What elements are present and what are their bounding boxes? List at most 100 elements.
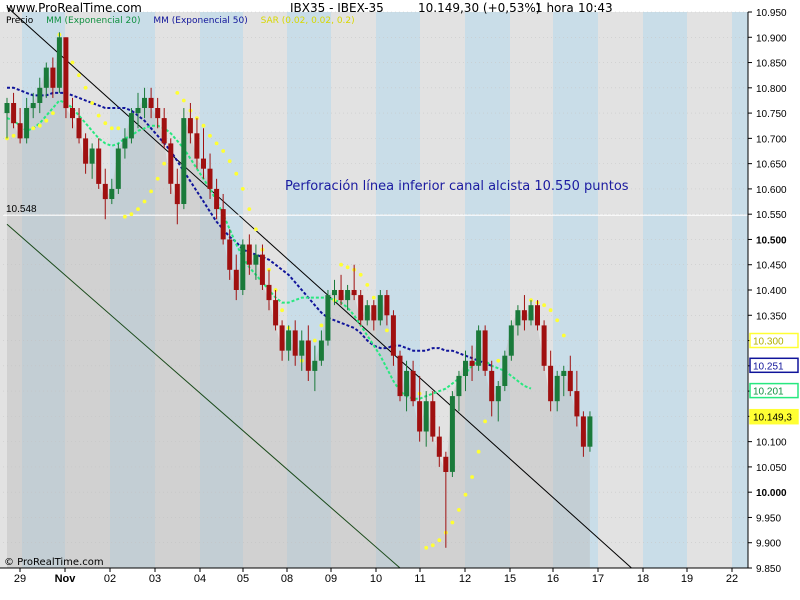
sar-dot: [83, 85, 88, 90]
candle-body: [515, 310, 521, 326]
sar-dot: [339, 262, 343, 267]
legend-price: Precio: [6, 16, 34, 26]
x-tick-label: 04: [194, 573, 206, 585]
sar-dot: [175, 91, 180, 95]
candle-body: [30, 103, 36, 109]
price-tag-label: 10.149,3: [753, 413, 792, 424]
candle-body: [50, 67, 56, 88]
sar-dot: [345, 265, 350, 270]
x-tick-label: 02: [104, 573, 116, 585]
candle-body: [397, 355, 403, 397]
candle-body: [83, 138, 89, 164]
sar-dot: [142, 199, 147, 204]
quote-value: 10.149,30 (+0,53%): [418, 1, 541, 15]
y-tick-label: 10.350: [756, 311, 787, 322]
price-tag-label: 10.201: [753, 387, 784, 398]
x-tick-label: 05: [237, 573, 249, 585]
price-chart: 10.548 10.95010.90010.85010.80010.75010.…: [0, 6, 799, 585]
candle-body: [587, 416, 593, 447]
legend-sar: SAR (0.02, 0.02, 0.2): [260, 16, 355, 26]
candle-body: [351, 290, 357, 296]
candle-body: [436, 436, 442, 457]
x-tick-label: 22: [726, 573, 738, 585]
candle-body: [76, 118, 82, 139]
legend-ema50: MM (Exponencial 50): [153, 16, 248, 26]
candle-body: [299, 340, 305, 356]
x-tick-label: 09: [325, 573, 337, 585]
sar-dot: [247, 207, 252, 212]
candle-body: [508, 325, 514, 356]
sar-dot: [129, 212, 134, 217]
y-tick-label: 10.550: [756, 210, 787, 221]
sar-dot: [208, 133, 212, 138]
candle-body: [384, 295, 390, 316]
candle-body: [443, 456, 449, 472]
candle-body: [194, 133, 200, 159]
x-tick-label: 08: [281, 573, 293, 585]
candle-body: [155, 108, 161, 119]
sar-dot: [319, 323, 324, 328]
instrument-name: IBX35 - IBEX-35: [290, 1, 384, 15]
sar-dot: [470, 475, 474, 479]
sar-dot: [463, 492, 468, 497]
x-tick-label: 16: [547, 573, 559, 585]
candle-body: [11, 103, 17, 124]
candle-body: [207, 168, 213, 189]
y-tick-label: 9.850: [756, 564, 781, 575]
candle-body: [273, 300, 279, 326]
candle-body: [377, 295, 383, 321]
sar-dot: [430, 543, 435, 548]
y-tick-label: 9.950: [756, 513, 781, 524]
sar-dot: [234, 171, 239, 176]
y-tick-label: 10.400: [756, 286, 787, 297]
candle-body: [135, 108, 141, 114]
candle-body: [567, 370, 573, 392]
sar-dot: [365, 283, 370, 287]
sar-dot: [561, 333, 566, 338]
x-tick-label: 10: [370, 573, 382, 585]
candle-body: [292, 330, 298, 356]
band-column: [687, 12, 732, 568]
candle-body: [423, 401, 429, 432]
sar-dot: [90, 101, 94, 105]
clock-time: 10:43: [578, 1, 613, 15]
sar-dot: [548, 308, 553, 313]
sar-dot: [31, 126, 36, 131]
price-tag-label: 10.251: [753, 361, 784, 372]
candle-body: [417, 401, 423, 432]
sar-dot: [371, 295, 376, 300]
y-tick-label: 10.100: [756, 438, 787, 449]
candle-body: [449, 396, 455, 472]
candle-body: [286, 330, 292, 351]
y-tick-label: 10.650: [756, 160, 787, 171]
sar-dot: [96, 113, 101, 118]
sar-dot: [280, 308, 284, 313]
band-column: [643, 12, 687, 568]
candle-body: [201, 158, 206, 169]
y-tick-label: 9.900: [756, 539, 781, 550]
candle-body: [4, 103, 10, 114]
annotation-text: Perforación línea inferior canal alcista…: [285, 179, 629, 194]
sar-dot: [476, 449, 481, 454]
candle-body: [122, 138, 128, 149]
sar-dot: [11, 133, 16, 138]
candle-body: [174, 183, 180, 205]
sar-dot: [240, 187, 245, 191]
candle-body: [305, 340, 311, 371]
x-axis: 29 Nov 02 03 04 05 08 09 10 11 12 15 16 17 18 19 22: [0, 567, 748, 585]
candle-body: [430, 401, 436, 437]
x-tick-label: 11: [414, 573, 425, 585]
sar-dot: [221, 149, 226, 153]
candle-body: [102, 183, 108, 200]
sar-dot: [542, 303, 546, 308]
y-tick-label: 10.050: [756, 463, 787, 474]
x-tick-label: 15: [504, 573, 516, 585]
candle-body: [259, 254, 265, 285]
candle-body: [128, 113, 134, 139]
sar-dot: [437, 538, 442, 543]
candle-body: [115, 148, 121, 189]
sar-dot: [227, 159, 232, 164]
candle-body: [548, 365, 554, 402]
candle-body: [325, 295, 331, 341]
y-axis: 10.950 10.900 10.850 10.800 10.750 10.700 10.6…: [747, 8, 787, 575]
